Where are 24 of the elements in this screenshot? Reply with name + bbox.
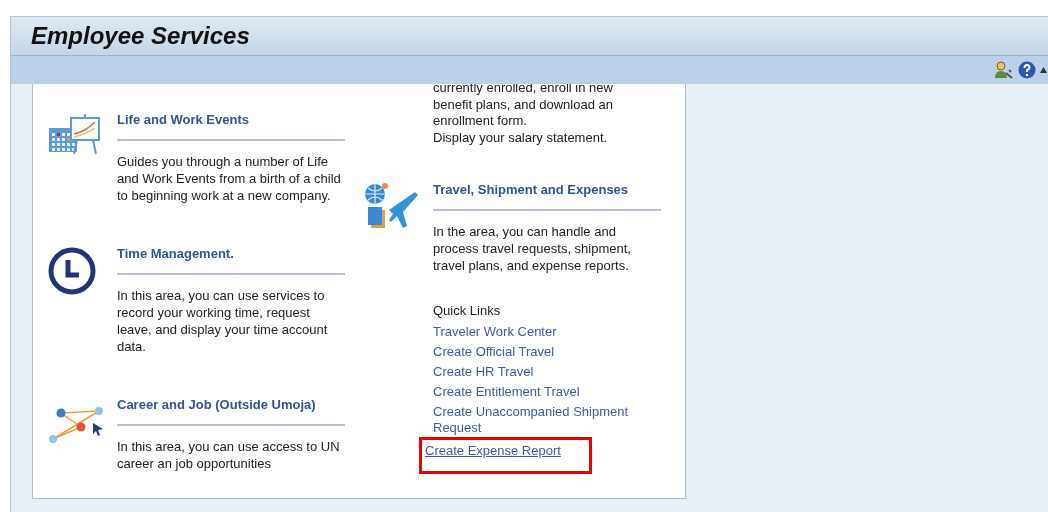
page-title: Employee Services xyxy=(31,22,250,50)
quick-links-heading: Quick Links xyxy=(433,303,502,318)
user-settings-icon[interactable] xyxy=(994,61,1014,79)
text-line: enrollment form. xyxy=(433,113,528,130)
text-line: benefit plans, and download an xyxy=(433,96,614,113)
quick-link[interactable]: Create Entitlement Travel xyxy=(433,382,661,402)
section-description: In this area, you can use access to UN career an job opportunities xyxy=(117,438,341,472)
quick-link[interactable]: Create Expense Report xyxy=(422,440,589,471)
calendar-chart-icon xyxy=(47,114,103,156)
section-description: In this area, you can use services to record your working time, request leave, and display your time account data. xyxy=(117,287,329,355)
section-title[interactable]: Time Management. xyxy=(117,246,345,275)
help-icon[interactable] xyxy=(1018,61,1036,79)
section-title[interactable]: Career and Job (Outside Umoja) xyxy=(117,397,345,426)
quick-link[interactable]: Create Unaccompanied Shipment Request xyxy=(433,402,661,438)
section-title[interactable]: Life and Work Events xyxy=(117,112,345,141)
section-description: Guides you through a number of Life and Work Events from a birth of a child to beginning work at a new company. xyxy=(117,153,342,204)
dropdown-caret-icon[interactable] xyxy=(1040,67,1047,73)
clock-icon xyxy=(47,246,97,296)
section-description: In the area, you can handle and process travel requests, shipment, travel plans, and expense reports. xyxy=(433,223,632,274)
section-title[interactable]: Travel, Shipment and Expenses xyxy=(433,182,661,211)
quick-link[interactable]: Create HR Travel xyxy=(433,362,661,382)
text-line: Display your salary statement. xyxy=(433,129,609,146)
quick-link[interactable]: Traveler Work Center xyxy=(433,322,661,342)
quick-link[interactable]: Create Official Travel xyxy=(433,342,661,362)
